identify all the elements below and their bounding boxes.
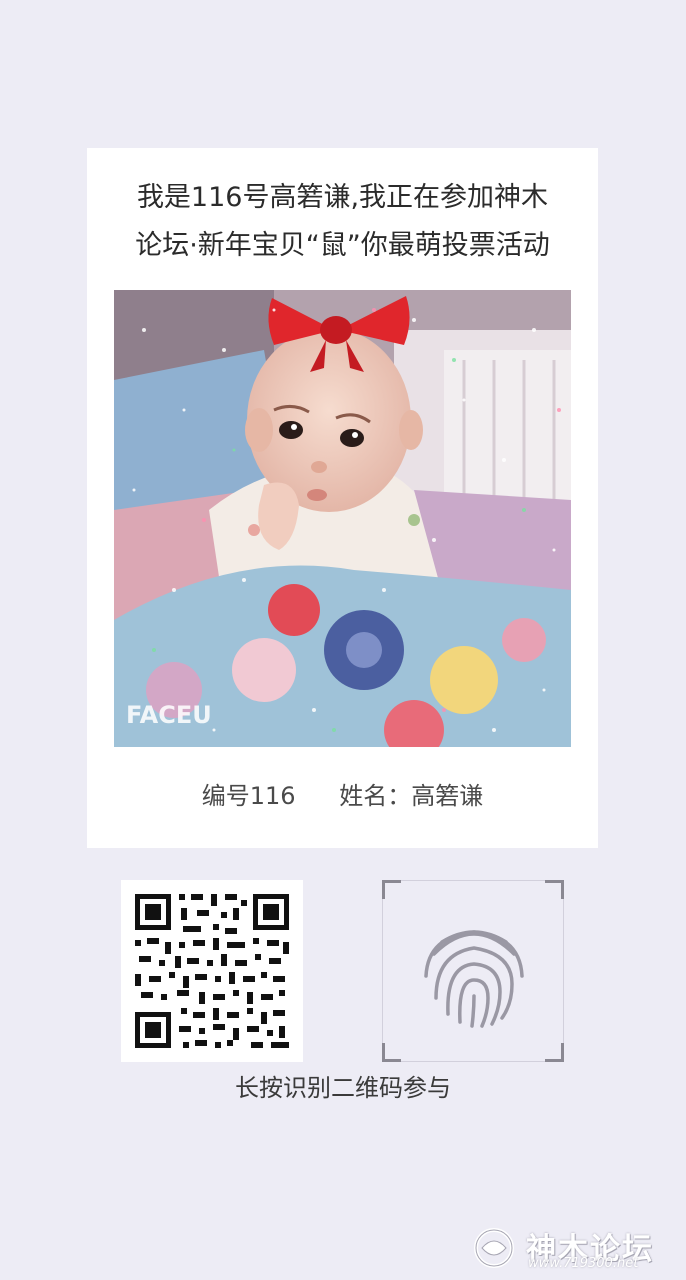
scan-corner <box>382 880 401 899</box>
forum-logo-icon <box>474 1228 514 1268</box>
entry-name: 姓名：高箬谦 <box>339 782 484 810</box>
entry-number: 编号116 <box>201 782 296 810</box>
faceu-watermark: FACEU <box>126 701 212 729</box>
scan-corner <box>545 1043 564 1062</box>
long-press-hint: 长按识别二维码参与 <box>235 1074 451 1102</box>
caption: 编号116 姓名：高箬谦 <box>87 776 598 811</box>
poster-title: 我是116号高箬谦,我正在参加神木 论坛·新年宝贝“鼠”你最萌投票活动 <box>107 174 578 270</box>
fingerprint-scan-area[interactable] <box>382 880 564 1062</box>
qr-code[interactable] <box>121 880 303 1062</box>
scan-corner <box>382 1043 401 1062</box>
baby-photo-illustration: FACEU <box>114 290 571 747</box>
forum-url: www.719300.net <box>528 1256 639 1271</box>
title-line-2: 论坛·新年宝贝“鼠”你最萌投票活动 <box>135 230 550 261</box>
forum-watermark: 神木论坛 www.719300.net <box>470 1224 680 1272</box>
poster-card: 我是116号高箬谦,我正在参加神木 论坛·新年宝贝“鼠”你最萌投票活动 FACE… <box>87 148 598 848</box>
baby-photo: FACEU <box>114 290 571 747</box>
scan-corner <box>545 880 564 899</box>
fingerprint-icon <box>424 930 524 1028</box>
qr-code-icon <box>121 880 303 1062</box>
title-line-1: 我是116号高箬谦,我正在参加神木 <box>136 182 549 213</box>
